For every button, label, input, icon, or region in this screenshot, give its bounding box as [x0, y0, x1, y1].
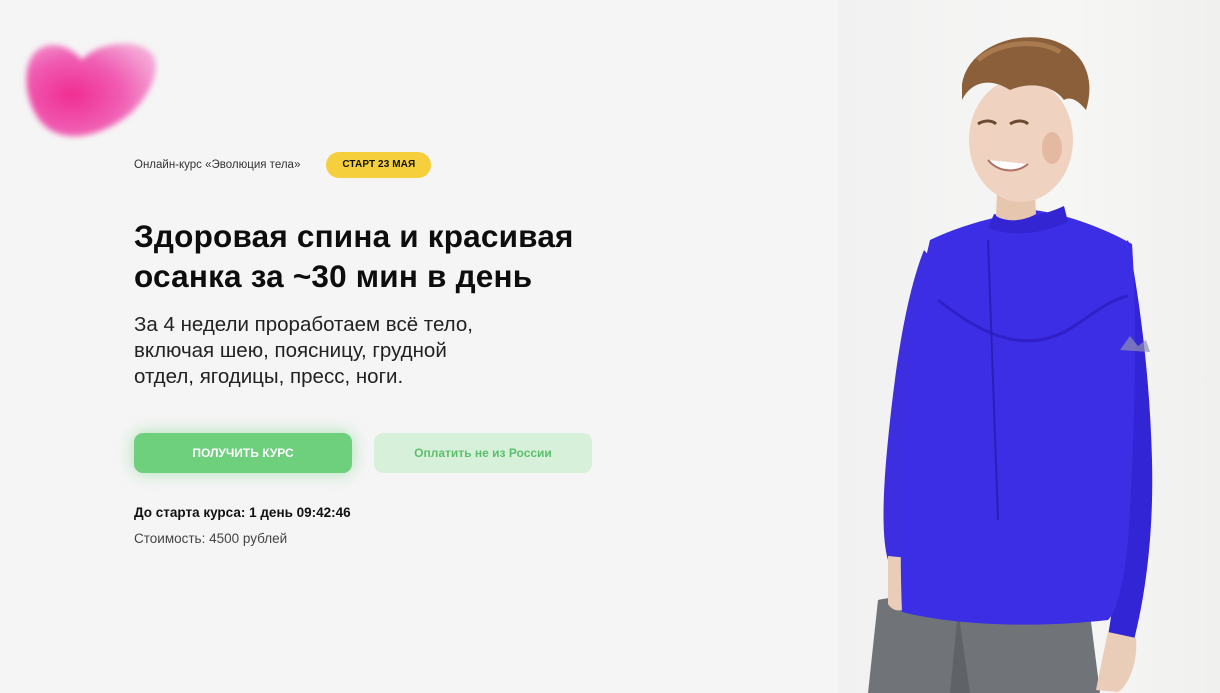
- instructor-photo: [838, 0, 1220, 693]
- headline-line-1: Здоровая спина и красивая: [134, 218, 574, 254]
- start-date-badge: СТАРТ 23 МАЯ: [326, 152, 432, 178]
- headline-line-2: осанка за ~30 мин в день: [134, 258, 533, 294]
- course-info-row: Онлайн-курс «Эволюция тела» СТАРТ 23 МАЯ: [134, 152, 432, 178]
- get-course-button[interactable]: ПОЛУЧИТЬ КУРС: [134, 433, 352, 473]
- page-title: Здоровая спина и красивая осанка за ~30 …: [134, 216, 694, 296]
- heart-blob-logo-icon[interactable]: [18, 34, 160, 144]
- pay-abroad-button[interactable]: Оплатить не из России: [374, 433, 592, 473]
- course-name: Онлайн-курс «Эволюция тела»: [134, 159, 301, 171]
- countdown-timer: До старта курса: 1 день 09:42:46: [134, 505, 351, 520]
- subtitle-line-3: отдел, ягодицы, пресс, ноги.: [134, 365, 404, 388]
- hero-subtitle: За 4 недели проработаем всё тело, включа…: [134, 312, 564, 390]
- instructor-illustration: [868, 37, 1153, 693]
- subtitle-line-1: За 4 недели проработаем всё тело,: [134, 313, 473, 336]
- course-price: Стоимость: 4500 рублей: [134, 531, 288, 546]
- subtitle-line-2: включая шею, поясницу, грудной: [134, 339, 447, 362]
